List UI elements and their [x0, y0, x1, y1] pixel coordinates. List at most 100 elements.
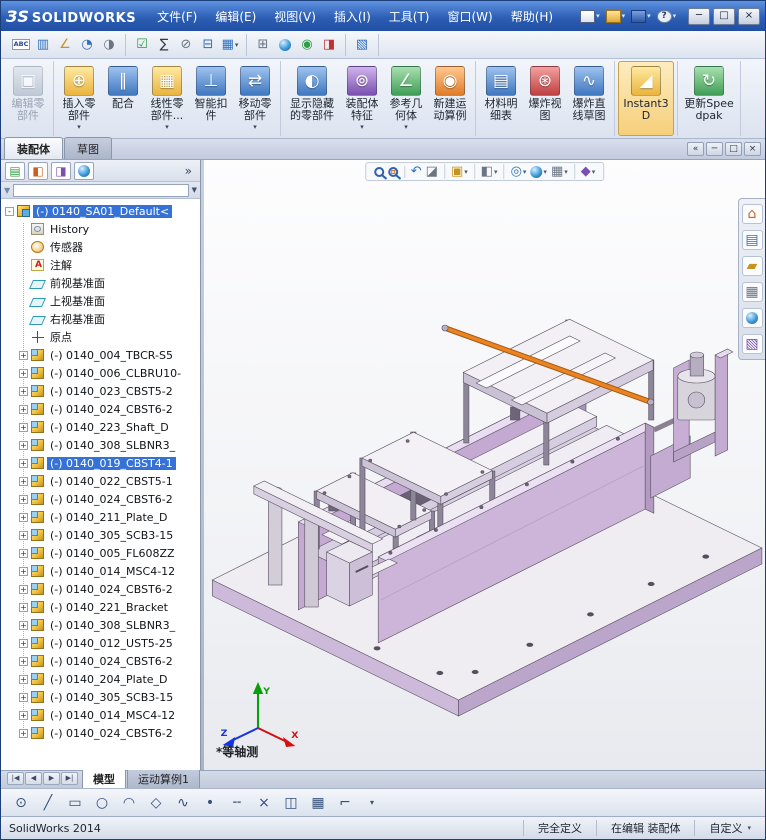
check-document-button[interactable]: ☑ — [132, 35, 152, 55]
tree-item-component[interactable]: (-) 0140_308_SLBNR3_ — [17, 616, 200, 634]
previous-tab-button[interactable]: ◀ — [25, 772, 42, 785]
new-motion-study-button[interactable]: ◉ 新建运动算例 — [428, 61, 472, 136]
menu-edit[interactable]: 编辑(E) — [206, 4, 265, 29]
section-view-button[interactable]: ◪ — [424, 164, 440, 179]
tree-item-component[interactable]: (-) 0140_006_CLBRU10- — [17, 364, 200, 382]
expand-toggle-icon[interactable] — [19, 584, 28, 594]
zoom-to-area-button[interactable] — [386, 166, 400, 178]
compare-results-button[interactable]: ◨ — [319, 35, 339, 55]
equations-button[interactable]: ∑ — [154, 35, 174, 55]
menu-help[interactable]: 帮助(H) — [502, 4, 562, 29]
design-checker-button[interactable]: ◉ — [297, 35, 317, 55]
minimize-button[interactable]: ─ — [688, 7, 710, 25]
line-button[interactable]: ╱ — [36, 792, 60, 814]
expand-toggle-icon[interactable] — [19, 638, 28, 648]
explode-line-sketch-button[interactable]: ∿ 爆炸直线草图 — [567, 61, 611, 136]
menu-tools[interactable]: 工具(T) — [380, 4, 439, 29]
help-button[interactable]: ? ▾ — [655, 8, 679, 25]
chevron-down-icon[interactable]: ▾ — [77, 123, 81, 131]
tab-sketch[interactable]: 草图 — [64, 137, 112, 159]
section-properties-button[interactable]: ◑ — [99, 35, 119, 55]
no-external-references-button[interactable]: ⊘ — [176, 35, 196, 55]
next-tab-button[interactable]: ▶ — [43, 772, 60, 785]
reference-geometry-button[interactable]: ∠ 参考几何体 ▾ — [384, 61, 428, 136]
tree-item-history[interactable]: History — [17, 220, 200, 238]
bill-of-materials-button[interactable]: ▤ 材料明细表 — [479, 61, 523, 136]
tree-item-top-plane[interactable]: 上视基准面 — [17, 292, 200, 310]
linear-component-pattern-button[interactable]: ▦ 线性零部件... ▾ — [145, 61, 189, 136]
menu-window[interactable]: 窗口(W) — [438, 4, 501, 29]
new-document-button[interactable]: ▾ — [578, 8, 602, 25]
doc-minimize-button[interactable]: ─ — [706, 142, 723, 156]
doc-close-button[interactable]: × — [744, 142, 761, 156]
tree-item-sensors[interactable]: 传感器 — [17, 238, 200, 256]
tree-root-assembly[interactable]: (-) 0140_SA01_Default< — [3, 202, 200, 220]
expand-toggle-icon[interactable] — [19, 476, 28, 486]
expand-toggle-icon[interactable] — [19, 602, 28, 612]
tab-model[interactable]: 模型 — [82, 768, 126, 788]
expand-toggle-icon[interactable] — [19, 692, 28, 702]
tools-options-button[interactable]: ⊞ — [253, 35, 273, 55]
tree-item-component[interactable]: (-) 0140_014_MSC4-12 — [17, 562, 200, 580]
tab-assembly[interactable]: 装配体 — [4, 137, 63, 159]
tree-item-component[interactable]: (-) 0140_022_CBST5-1 — [17, 472, 200, 490]
spline-button[interactable]: ∿ — [171, 792, 195, 814]
tree-item-component[interactable]: (-) 0140_023_CBST5-2 — [17, 382, 200, 400]
chevron-down-icon[interactable]: ▾ — [622, 12, 626, 20]
tree-item-component[interactable]: (-) 0140_004_TBCR-S5 — [17, 346, 200, 364]
featuremanager-tree-tab[interactable]: ▤ — [5, 161, 25, 180]
first-tab-button[interactable]: |◀ — [7, 772, 24, 785]
tree-item-component[interactable]: (-) 0140_024_CBST6-2 — [17, 652, 200, 670]
move-component-button[interactable]: ⇄ 移动零部件 ▾ — [233, 61, 277, 136]
expand-toggle-icon[interactable] — [19, 368, 28, 378]
chevron-down-icon[interactable]: ▾ — [404, 123, 408, 131]
apply-scene-button[interactable]: ▦ ▾ — [549, 164, 570, 179]
tree-item-component[interactable]: (-) 0140_024_CBST6-2 — [17, 490, 200, 508]
edit-appearance-button[interactable]: ▾ — [528, 165, 549, 179]
expand-toggle-icon[interactable] — [19, 710, 28, 720]
chevron-down-icon[interactable]: ▾ — [235, 41, 239, 49]
menu-insert[interactable]: 插入(I) — [325, 4, 380, 29]
custom-properties-tab[interactable]: ▧ — [741, 334, 763, 354]
configurationmanager-tab[interactable]: ◨ — [51, 161, 71, 180]
tree-item-component[interactable]: (-) 0140_305_SCB3-15 — [17, 526, 200, 544]
expand-toggle-icon[interactable] — [19, 548, 28, 558]
tree-item-component[interactable]: (-) 0140_019_CBST4-1 — [17, 454, 200, 472]
chevron-down-icon[interactable]: ▾ — [564, 168, 568, 176]
tree-item-component[interactable]: (-) 0140_005_FL608ZZ — [17, 544, 200, 562]
chevron-down-icon[interactable]: ▾ — [592, 168, 596, 176]
expand-toggle-icon[interactable] — [19, 494, 28, 504]
tree-item-annotations[interactable]: 注解 — [17, 256, 200, 274]
smart-dimension-button[interactable]: ⊙ — [9, 792, 33, 814]
compare-documents-button[interactable]: ▥ — [33, 35, 53, 55]
graphics-area[interactable]: ↶ ◪ ▣ ▾ ◧ ▾ ◎ ▾ ▾ ▦ ▾ ◆ ▾ ⌂ ▤ ▰ ▦ ▧ Y X … — [204, 160, 765, 770]
expand-toggle-icon[interactable] — [19, 728, 28, 738]
expand-toggle-icon[interactable] — [19, 530, 28, 540]
expand-toggle-icon[interactable] — [19, 422, 28, 432]
mirror-button[interactable]: ◫ — [279, 792, 303, 814]
expand-toggle-icon[interactable] — [19, 404, 28, 414]
zoom-to-fit-button[interactable] — [372, 166, 386, 178]
expand-toggle-icon[interactable] — [19, 674, 28, 684]
chevron-down-icon[interactable]: ▾ — [494, 168, 498, 176]
mass-properties-button[interactable]: ◔ — [77, 35, 97, 55]
show-hidden-components-button[interactable]: ◐ 显示隐藏的零部件 — [284, 61, 340, 136]
view-settings-button[interactable]: ◆ ▾ — [579, 164, 598, 179]
maximize-button[interactable]: □ — [713, 7, 735, 25]
expand-toggle-icon[interactable] — [19, 350, 28, 360]
tree-item-component[interactable]: (-) 0140_024_CBST6-2 — [17, 400, 200, 418]
filter-input[interactable] — [13, 183, 189, 197]
circle-button[interactable]: ○ — [90, 792, 114, 814]
doc-restore-button[interactable]: □ — [725, 142, 742, 156]
tree-item-component[interactable]: (-) 0140_308_SLBNR3_ — [17, 436, 200, 454]
chevron-down-icon[interactable]: ▼ — [192, 186, 197, 194]
menu-file[interactable]: 文件(F) — [148, 4, 206, 29]
expand-toggle-icon[interactable] — [19, 440, 28, 450]
sketch-flyout-button[interactable]: ▾ — [360, 792, 384, 814]
chevron-down-icon[interactable]: ▾ — [596, 12, 600, 20]
fillet-button[interactable]: ⌐ — [333, 792, 357, 814]
chevron-down-icon[interactable]: ▾ — [464, 168, 468, 176]
design-table-button[interactable]: ▦ ▾ — [220, 35, 240, 55]
save-button[interactable]: ▾ — [629, 8, 653, 25]
exploded-view-button[interactable]: ⊛ 爆炸视图 — [523, 61, 567, 136]
